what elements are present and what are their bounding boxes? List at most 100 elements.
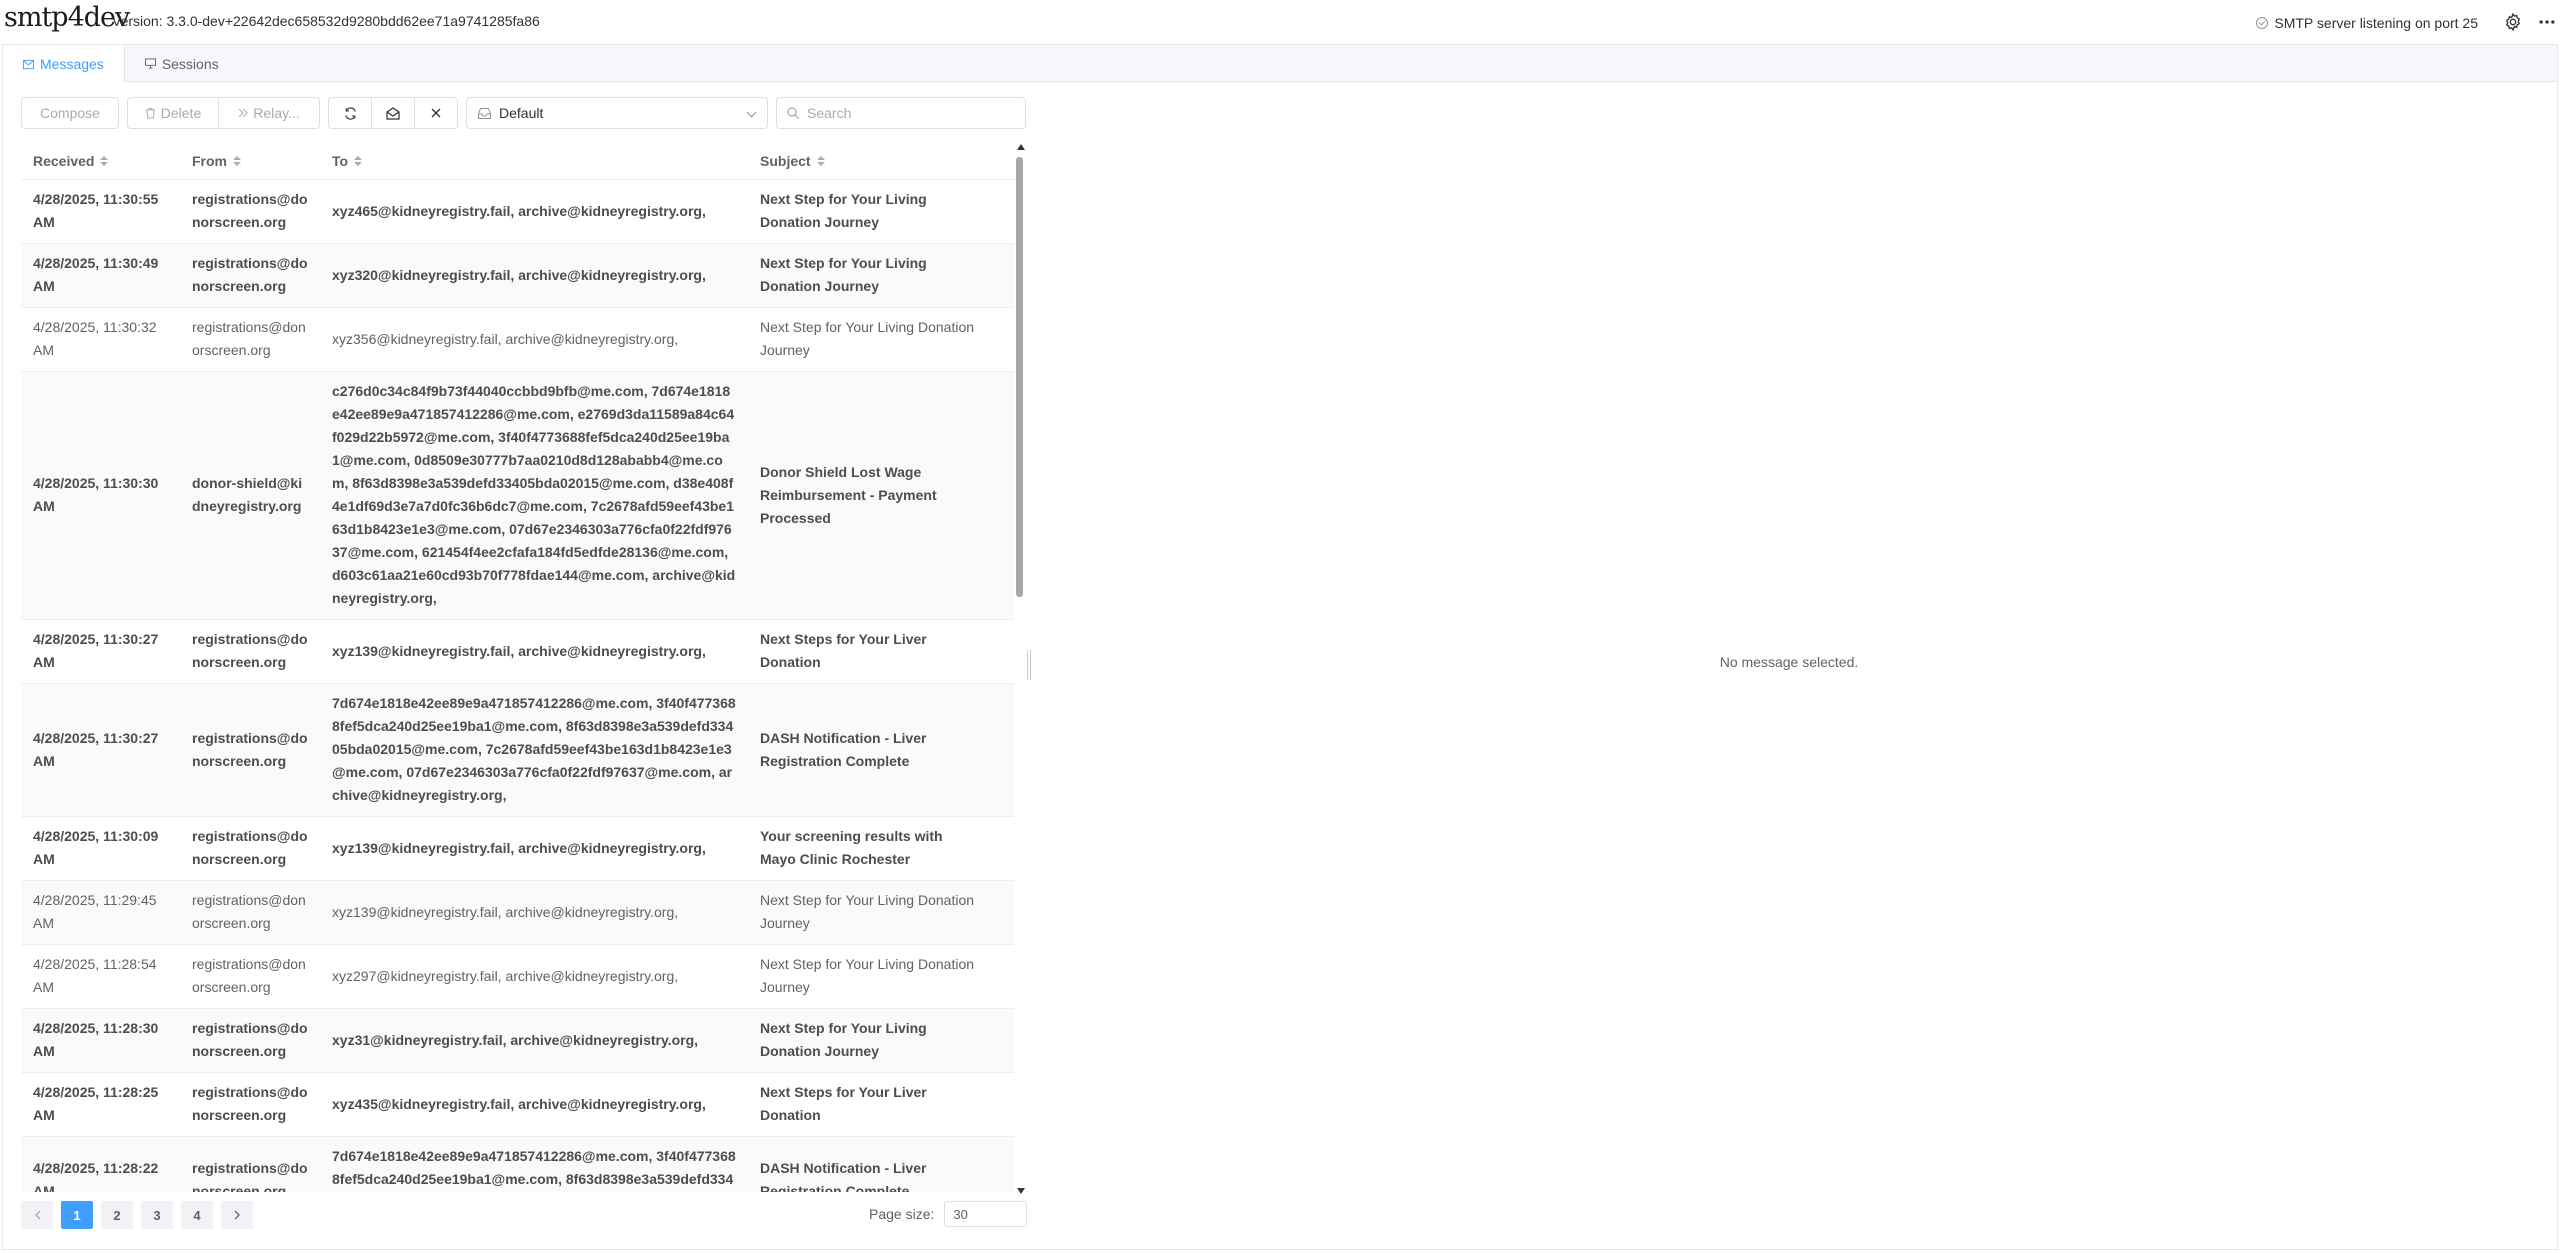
from-cell: donor-shield@kidneyregistry.org [192, 475, 303, 514]
more-dots-icon [2539, 20, 2555, 24]
subject-cell: Next Step for Your Living Donation Journ… [760, 191, 927, 230]
column-header-received[interactable]: Received [21, 153, 180, 169]
version-text: Version: 3.3.0-dev+22642dec658532d9280bd… [112, 13, 540, 29]
page-button-1[interactable]: 1 [61, 1201, 93, 1229]
page-size-label: Page size: [869, 1206, 935, 1222]
table-row[interactable]: 4/28/2025, 11:30:27 AM registrations@dono… [21, 684, 1014, 817]
message-detail-pane: No message selected. [1033, 82, 2557, 1250]
tab-messages[interactable]: Messages [2, 45, 125, 83]
column-header-subject-label: Subject [760, 152, 811, 169]
page-button-3[interactable]: 3 [141, 1201, 173, 1229]
column-header-from[interactable]: From [180, 153, 320, 169]
delete-button[interactable]: Delete [127, 97, 219, 129]
table-row[interactable]: 4/28/2025, 11:28:25 AM registrations@dono… [21, 1073, 1014, 1137]
search-box [776, 97, 1026, 129]
search-input[interactable] [807, 105, 1007, 121]
subject-cell: Next Step for Your Living Donation Journ… [760, 1020, 927, 1059]
table-row[interactable]: 4/28/2025, 11:30:49 AM registrations@dono… [21, 244, 1014, 308]
mailbox-select[interactable]: Default [466, 97, 768, 129]
table-row[interactable]: 4/28/2025, 11:28:30 AM registrations@dono… [21, 1009, 1014, 1073]
column-header-received-label: Received [33, 152, 95, 169]
scroll-down-arrow-icon[interactable] [1017, 1188, 1025, 1194]
refresh-button[interactable] [328, 97, 372, 129]
column-header-to[interactable]: To [320, 153, 748, 169]
table-row[interactable]: 4/28/2025, 11:28:22 AM registrations@dono… [21, 1137, 1014, 1192]
column-header-subject[interactable]: Subject [748, 153, 993, 169]
sort-icon [354, 155, 363, 166]
relay-button[interactable]: Relay... [218, 97, 320, 129]
next-page-button[interactable] [221, 1201, 253, 1229]
from-cell: registrations@donorscreen.org [192, 255, 308, 294]
search-icon [787, 107, 799, 119]
to-cell: xyz356@kidneyregistry.fail, archive@kidn… [332, 330, 679, 347]
server-status-text: SMTP server listening on port 25 [2274, 15, 2478, 31]
subject-cell: Your screening results with Mayo Clinic … [760, 828, 943, 867]
subject-cell: DASH Notification - Liver Registration C… [760, 729, 927, 769]
messages-table: Received From To Subject 4/28/2025, 11:3… [21, 142, 1014, 1192]
table-body: 4/28/2025, 11:30:55 AM registrations@dono… [21, 180, 1014, 1192]
from-cell: registrations@donorscreen.org [192, 1020, 308, 1059]
pagination: 1 2 3 4 [21, 1201, 253, 1229]
table-row[interactable]: 4/28/2025, 11:30:30 AM donor-shield@kidne… [21, 372, 1014, 620]
check-circle-icon [2256, 17, 2269, 29]
table-header: Received From To Subject [21, 142, 1014, 180]
received-cell: 4/28/2025, 11:30:49 AM [33, 255, 159, 294]
mailbox-button-group [328, 97, 458, 129]
column-header-to-label: To [332, 152, 349, 169]
server-status: SMTP server listening on port 25 [2256, 15, 2478, 31]
from-cell: registrations@donorscreen.org [192, 1084, 308, 1123]
from-cell: registrations@donorscreen.org [192, 729, 308, 769]
settings-button[interactable] [2498, 9, 2528, 35]
monitor-icon [144, 58, 156, 69]
subject-cell: DASH Notification - Liver Registration C… [760, 1159, 927, 1193]
from-cell: registrations@donorscreen.org [192, 828, 308, 867]
chevron-right-icon [234, 1210, 240, 1220]
to-cell: xyz31@kidneyregistry.fail, archive@kidne… [332, 1031, 699, 1048]
from-cell: registrations@donorscreen.org [192, 191, 308, 230]
sort-icon [100, 155, 109, 166]
received-cell: 4/28/2025, 11:28:22 AM [33, 1159, 159, 1193]
received-cell: 4/28/2025, 11:28:25 AM [33, 1084, 159, 1123]
page-button-2[interactable]: 2 [101, 1201, 133, 1229]
to-cell: xyz320@kidneyregistry.fail, archive@kidn… [332, 266, 706, 283]
tab-sessions-label: Sessions [161, 55, 219, 72]
app-header: smtp4dev Version: 3.3.0-dev+22642dec6585… [0, 0, 2560, 44]
table-row[interactable]: 4/28/2025, 11:28:54 AM registrations@dono… [21, 945, 1014, 1009]
table-row[interactable]: 4/28/2025, 11:30:55 AM registrations@dono… [21, 180, 1014, 244]
to-cell: xyz139@kidneyregistry.fail, archive@kidn… [332, 903, 679, 920]
pane-splitter-handle[interactable] [1027, 650, 1031, 680]
table-row[interactable]: 4/28/2025, 11:30:32 AM registrations@dono… [21, 308, 1014, 372]
tab-sessions[interactable]: Sessions [125, 45, 239, 82]
double-chevron-right-icon [238, 108, 248, 118]
relay-label: Relay... [253, 105, 300, 121]
subject-cell: Next Step for Your Living Donation Journ… [760, 319, 975, 358]
from-cell: registrations@donorscreen.org [192, 1159, 308, 1193]
from-cell: registrations@donorscreen.org [192, 631, 308, 670]
to-cell: 7d674e1818e42ee89e9a471857412286@me.com,… [332, 1148, 736, 1187]
page-size-control: Page size: [869, 1201, 1028, 1227]
page-size-input[interactable] [944, 1201, 1028, 1227]
received-cell: 4/28/2025, 11:28:30 AM [33, 1020, 159, 1059]
subject-cell: Next Step for Your Living Donation Journ… [760, 956, 975, 995]
subject-cell: Donor Shield Lost Wage Reimbursement - P… [760, 463, 937, 526]
table-row[interactable]: 4/28/2025, 11:29:45 AM registrations@dono… [21, 881, 1014, 945]
clear-button[interactable] [414, 97, 458, 129]
to-cell: xyz465@kidneyregistry.fail, archive@kidn… [332, 202, 706, 219]
page-button-4[interactable]: 4 [181, 1201, 213, 1229]
more-menu-button[interactable] [2532, 9, 2560, 35]
scrollbar-thumb[interactable] [1016, 157, 1023, 597]
table-row[interactable]: 4/28/2025, 11:30:27 AM registrations@dono… [21, 620, 1014, 684]
chevron-down-icon [746, 107, 757, 118]
chevron-left-icon [34, 1210, 40, 1220]
mark-all-read-button[interactable] [371, 97, 415, 129]
compose-button[interactable]: Compose [21, 97, 119, 129]
app-logo: smtp4dev [4, 2, 130, 33]
received-cell: 4/28/2025, 11:30:30 AM [33, 475, 159, 514]
prev-page-button[interactable] [21, 1201, 53, 1229]
scroll-up-arrow-icon[interactable] [1017, 144, 1025, 150]
table-row[interactable]: 4/28/2025, 11:30:09 AM registrations@dono… [21, 817, 1014, 881]
subject-cell: Next Steps for Your Liver Donation [760, 1084, 927, 1123]
main-tabs: Messages Sessions [2, 44, 2558, 83]
from-cell: registrations@donorscreen.org [192, 319, 306, 358]
message-toolbar: Compose Delete Relay... Default Search [21, 97, 1026, 129]
